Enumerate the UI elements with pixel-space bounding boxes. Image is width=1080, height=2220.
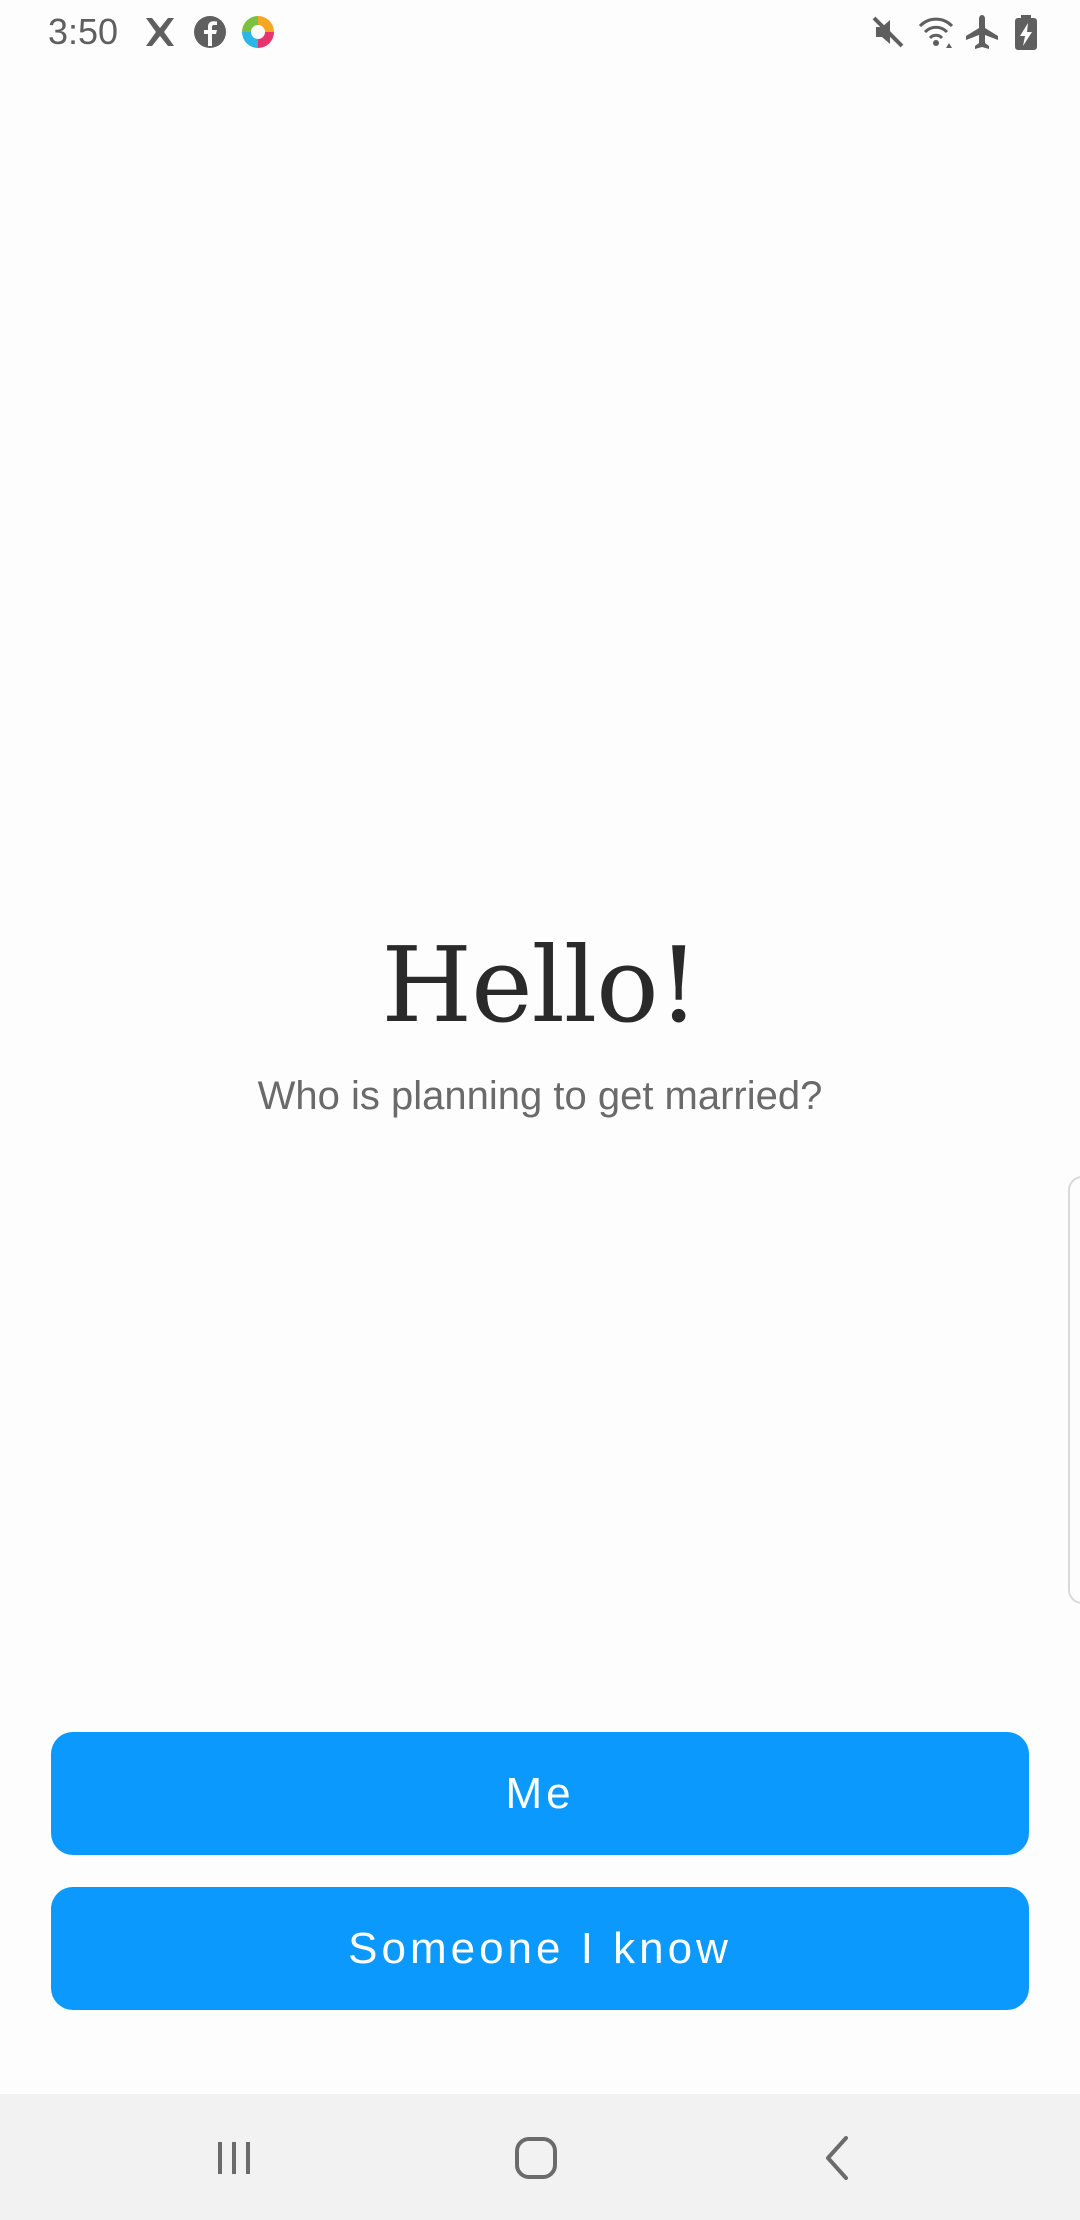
home-button[interactable]	[496, 2118, 576, 2198]
airplane-mode-icon	[966, 15, 998, 49]
navigation-bar	[0, 2094, 1080, 2220]
someone-i-know-button-label: Someone I know	[348, 1923, 732, 1973]
page-subtitle: Who is planning to get married?	[257, 1074, 823, 1118]
page-title: Hello!	[381, 924, 699, 1046]
recents-icon	[218, 2142, 250, 2174]
mute-icon	[872, 16, 904, 48]
recents-button[interactable]	[194, 2118, 274, 2198]
wifi-icon	[918, 17, 954, 48]
edge-panel-handle[interactable]	[1068, 1176, 1080, 1604]
status-bar: 3:50	[0, 0, 1080, 64]
me-button[interactable]: Me	[51, 1732, 1029, 1855]
status-time: 3:50	[48, 11, 119, 52]
battery-charging-icon	[1015, 15, 1037, 50]
someone-i-know-button[interactable]: Someone I know	[51, 1887, 1029, 2010]
facebook-icon	[194, 16, 226, 48]
back-icon	[826, 2136, 848, 2180]
me-button-label: Me	[505, 1768, 575, 1818]
x-app-icon	[146, 18, 174, 46]
back-button[interactable]	[798, 2118, 878, 2198]
home-icon	[515, 2137, 557, 2179]
colorful-app-icon	[242, 16, 274, 48]
